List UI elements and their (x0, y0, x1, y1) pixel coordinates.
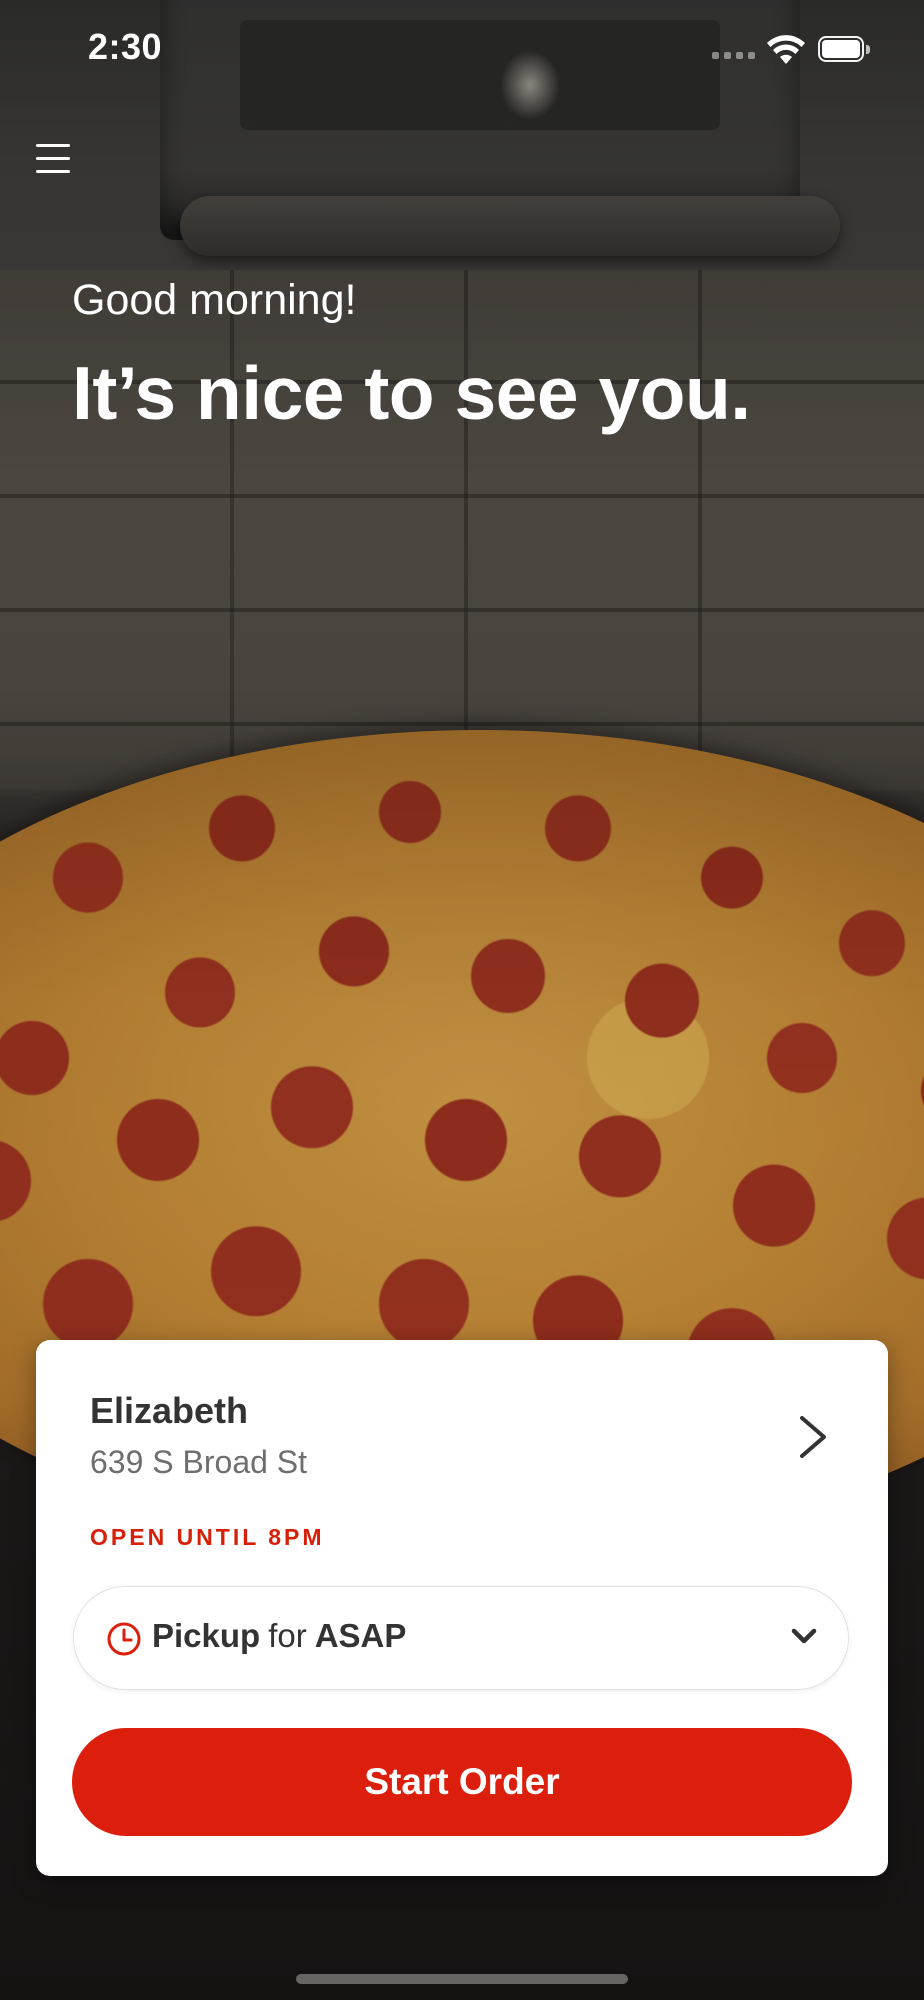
order-mode-label: Pickup for ASAP (152, 1617, 406, 1655)
order-mode-select[interactable]: Pickup for ASAP (73, 1586, 849, 1690)
store-card: Elizabeth 639 S Broad St OPEN UNTIL 8PM … (36, 1340, 888, 1876)
order-method: Pickup (152, 1617, 261, 1654)
cellular-signal-icon (712, 52, 755, 59)
home-indicator[interactable] (296, 1974, 628, 1984)
chevron-right-icon (800, 1416, 826, 1458)
battery-icon (818, 36, 874, 64)
store-hours-status: OPEN UNTIL 8PM (90, 1524, 325, 1550)
store-selector[interactable]: Elizabeth 639 S Broad St (36, 1340, 888, 1500)
greeting-salutation: Good morning! (72, 276, 357, 324)
chevron-down-icon (791, 1628, 817, 1644)
order-time: ASAP (314, 1617, 407, 1654)
store-address: 639 S Broad St (90, 1444, 308, 1480)
start-order-button[interactable]: Start Order (72, 1728, 852, 1836)
order-connector: for (268, 1617, 307, 1654)
greeting-headline: It’s nice to see you. (72, 351, 751, 435)
status-time: 2:30 (88, 26, 163, 67)
hamburger-menu-icon[interactable] (34, 140, 74, 180)
store-name: Elizabeth (90, 1390, 249, 1431)
clock-icon (107, 1622, 141, 1656)
status-bar: 2:30 (0, 0, 924, 100)
wifi-icon (767, 35, 805, 64)
